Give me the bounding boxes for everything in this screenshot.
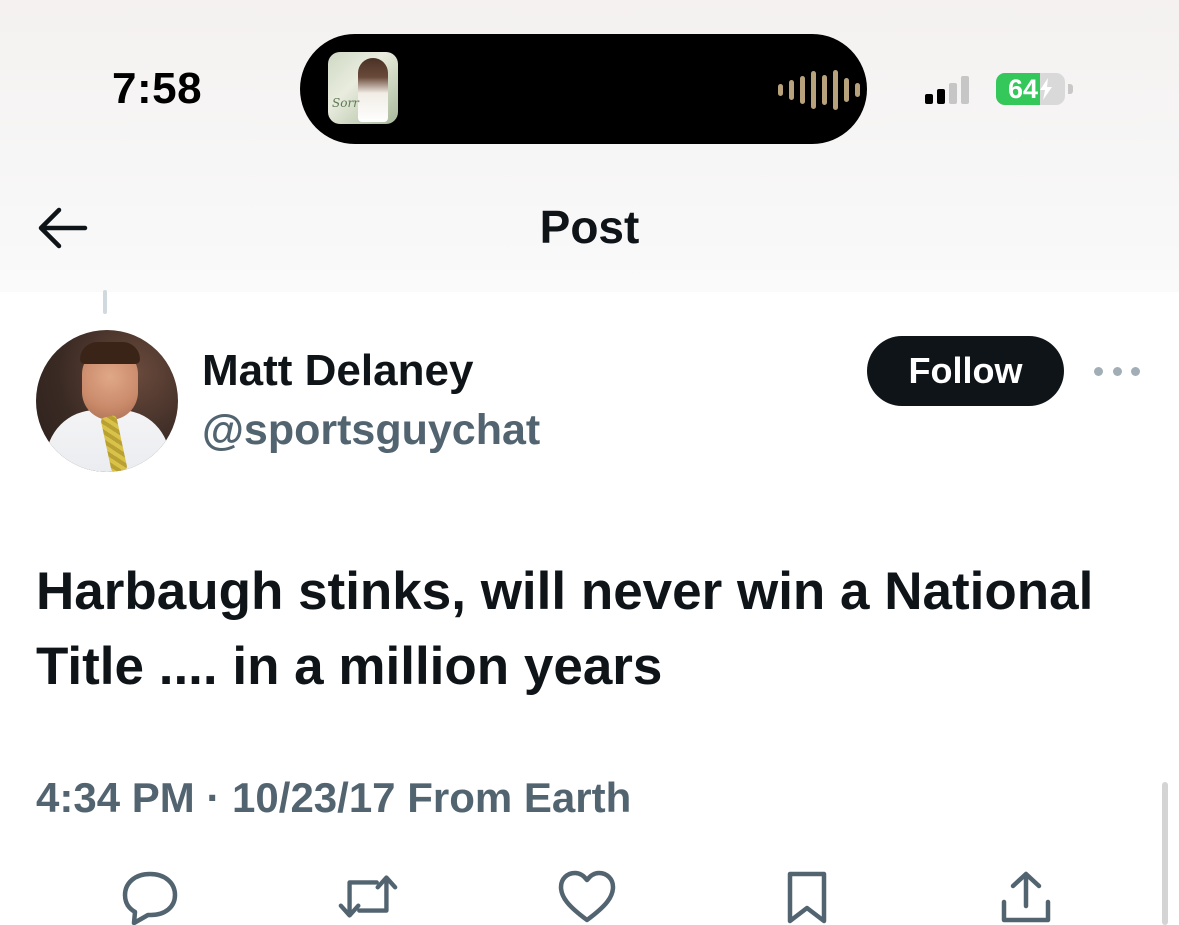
- thread-connector-line: [103, 290, 107, 314]
- more-options-button[interactable]: [1094, 362, 1140, 380]
- battery-nub: [1068, 84, 1073, 94]
- audio-waveform-icon: [778, 70, 860, 110]
- artwork-script-text: Sorr: [332, 96, 359, 110]
- status-time: 7:58: [112, 64, 203, 113]
- tweet-text: Harbaugh stinks, will never win a Nation…: [36, 562, 1094, 696]
- tweet-timestamp[interactable]: 4:34 PM · 10/23/17 From Earth: [36, 774, 631, 822]
- scrollbar[interactable]: [1162, 782, 1168, 925]
- avatar[interactable]: [36, 330, 178, 472]
- reply-button[interactable]: [118, 868, 182, 925]
- dynamic-island[interactable]: Sorr: [300, 34, 867, 144]
- action-bar: [0, 868, 1179, 925]
- arrow-left-icon: [38, 207, 88, 249]
- retweet-button[interactable]: [336, 868, 400, 925]
- now-playing-artwork[interactable]: Sorr: [328, 52, 398, 124]
- share-button[interactable]: [994, 868, 1058, 925]
- follow-button[interactable]: Follow: [867, 336, 1064, 406]
- retweet-arrows-icon: [338, 875, 398, 918]
- share-upload-icon: [1001, 871, 1051, 923]
- back-button[interactable]: [30, 200, 94, 256]
- heart-icon: [558, 870, 616, 923]
- charging-bolt-icon: [1040, 78, 1053, 100]
- cellular-signal-icon: [925, 76, 969, 104]
- author-handle[interactable]: @sportsguychat: [202, 406, 540, 455]
- like-button[interactable]: [555, 868, 619, 925]
- bookmark-button[interactable]: [775, 868, 839, 925]
- author-name[interactable]: Matt Delaney: [202, 346, 473, 396]
- artwork-figure: [358, 58, 388, 122]
- speech-bubble-icon: [122, 871, 178, 925]
- battery-level-text: 64: [1007, 73, 1039, 104]
- ellipsis-icon: [1094, 366, 1103, 376]
- page-title: Post: [539, 201, 640, 253]
- battery-icon: 64: [996, 73, 1065, 105]
- bookmark-icon: [787, 871, 827, 924]
